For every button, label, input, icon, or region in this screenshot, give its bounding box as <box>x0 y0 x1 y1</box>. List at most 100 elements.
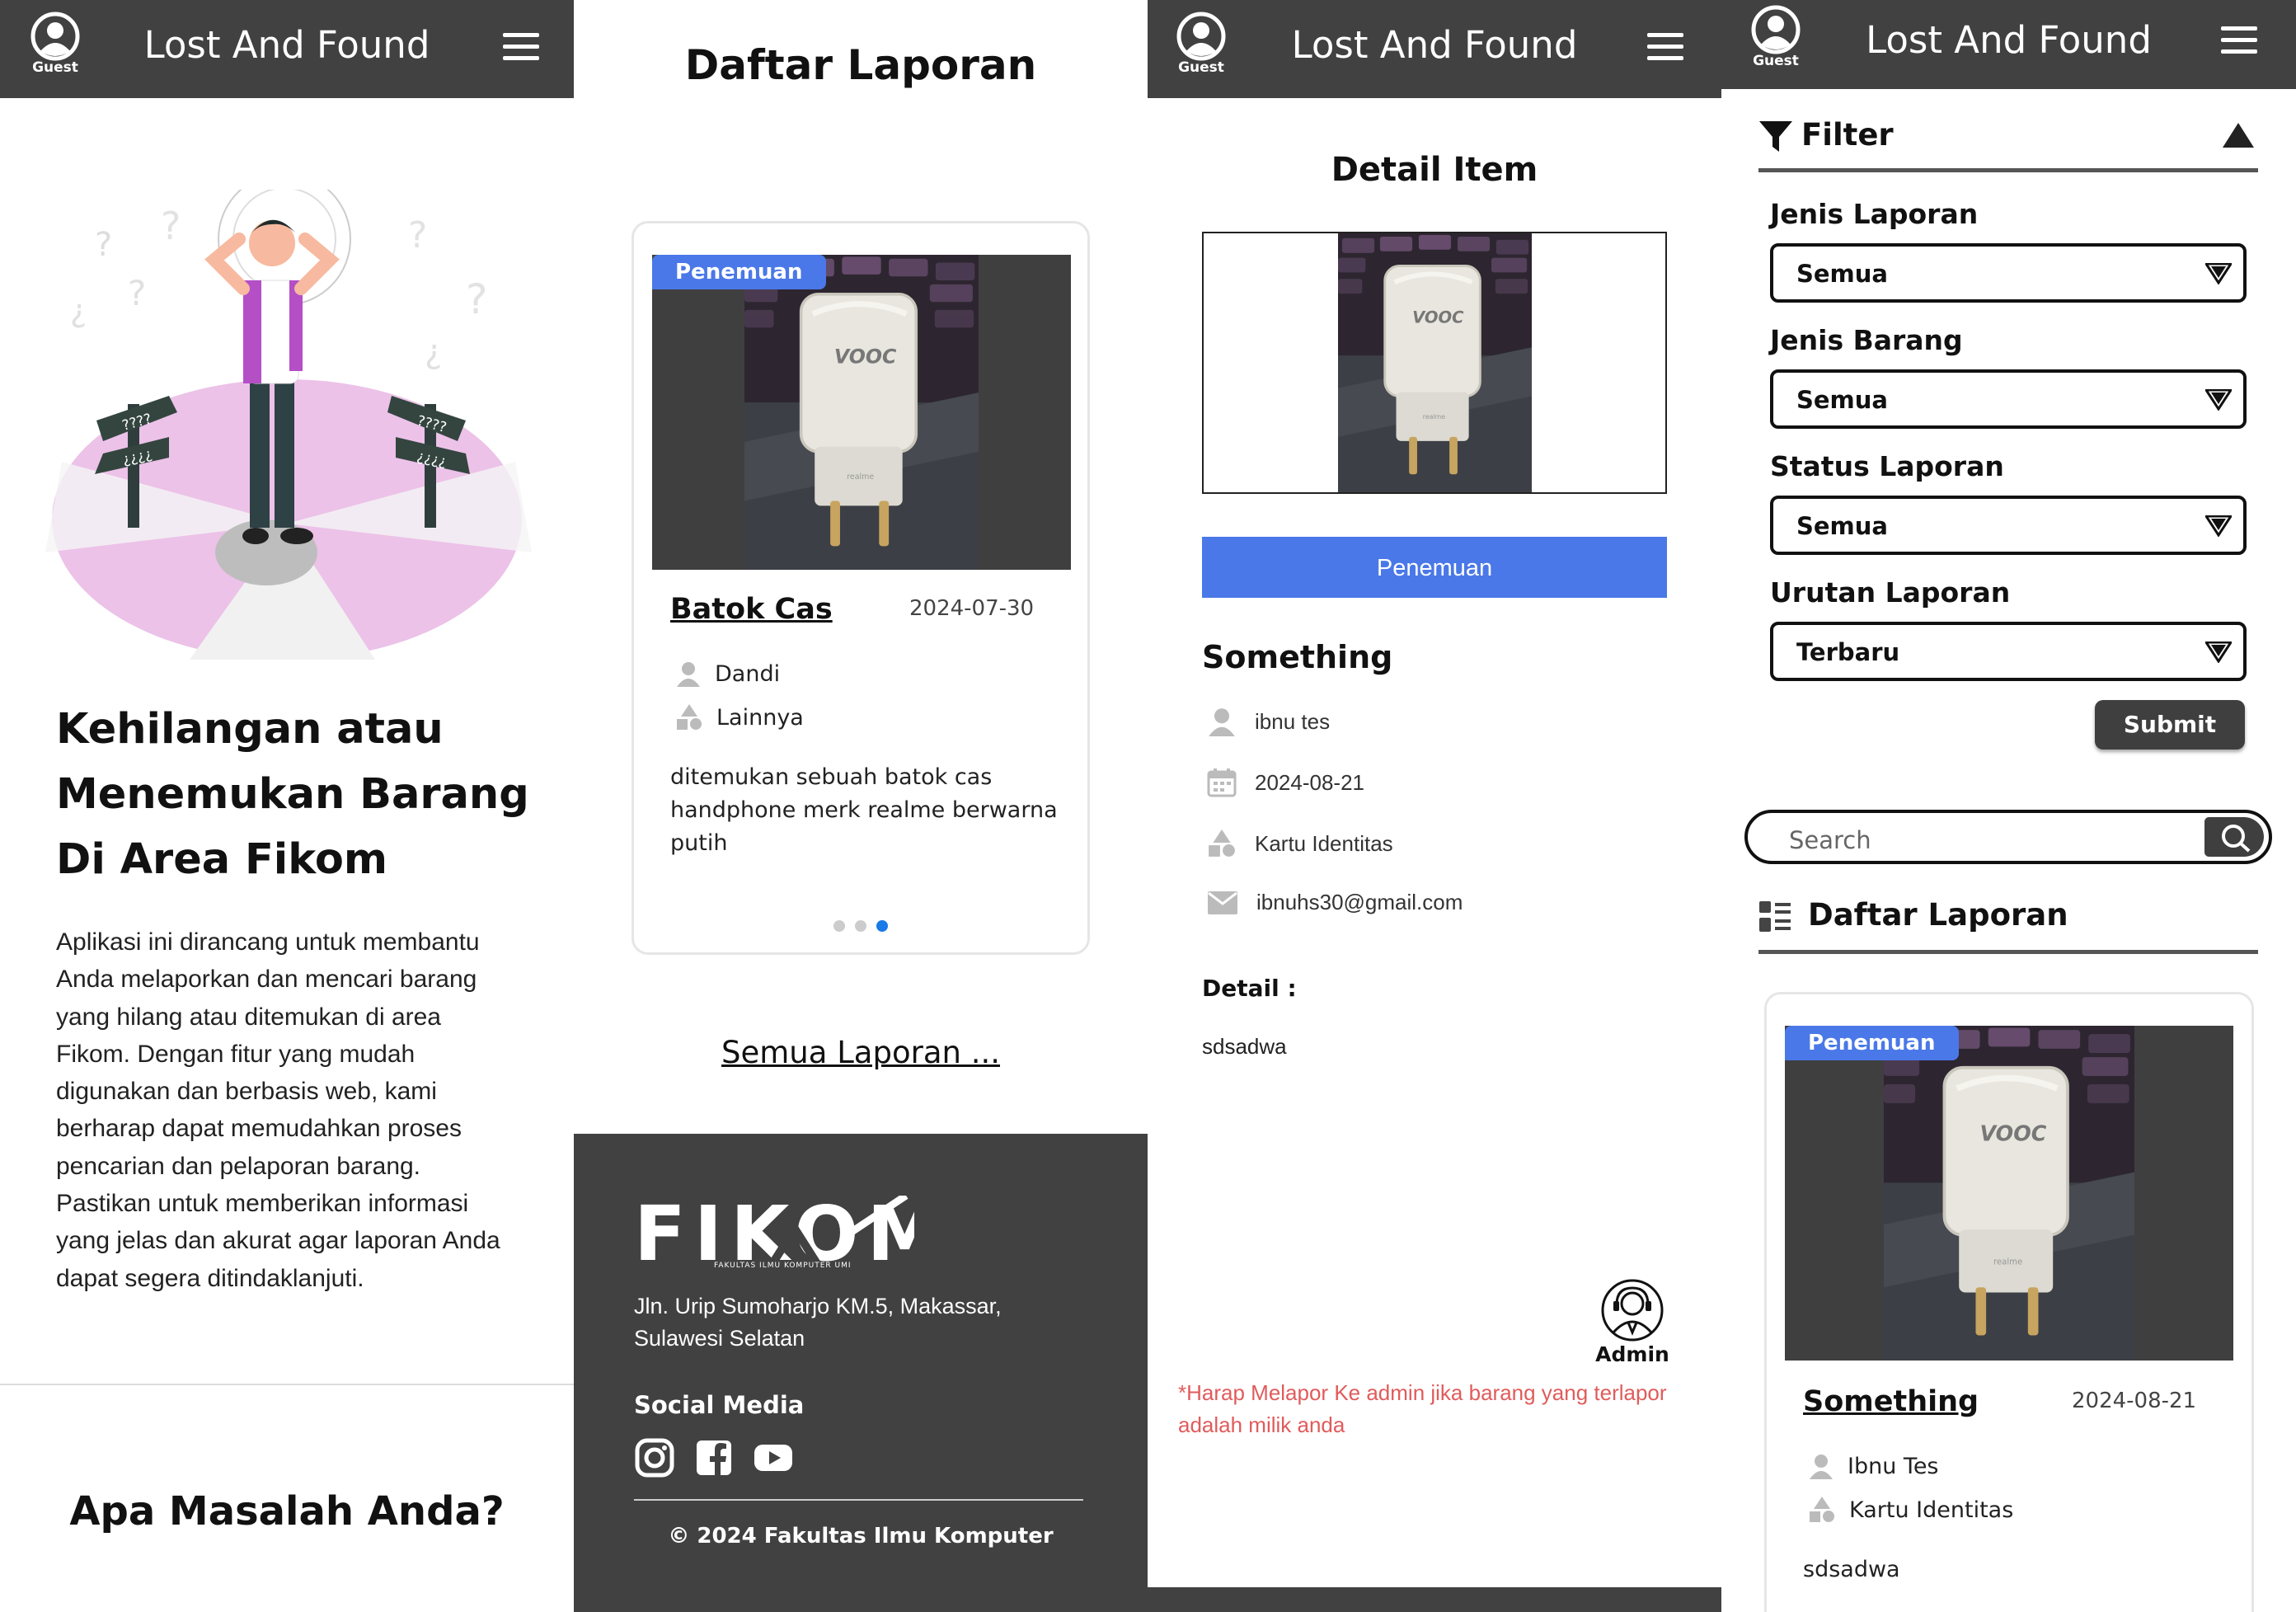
social-title: Social Media <box>634 1391 805 1419</box>
detail-label: Detail : <box>1202 975 1297 1002</box>
detail-text: sdsadwa <box>1202 1034 1287 1059</box>
search-button[interactable] <box>2204 817 2264 857</box>
status-badge: Penemuan <box>1785 1026 1959 1060</box>
charger-image: VOOC realme <box>1884 1026 2134 1361</box>
report-list-screen: Daftar Laporan VOOC realme Penemuan Bato… <box>574 0 1148 1612</box>
item-name[interactable]: Something <box>1803 1385 1979 1418</box>
carousel-indicator <box>833 920 888 932</box>
item-date: 2024-08-21 <box>2072 1389 2197 1413</box>
reporter-row: ibnu tes <box>1207 707 1330 736</box>
submit-button[interactable]: Submit <box>2095 700 2245 750</box>
brand-mark: VOOC <box>1980 1121 2047 1146</box>
category-name: Kartu Identitas <box>1849 1497 2014 1523</box>
filter-label-report-status: Status Laporan <box>1770 450 2004 482</box>
item-photo: VOOC realme <box>1338 233 1532 492</box>
menu-button[interactable] <box>1647 33 1683 61</box>
collapse-triangle-icon[interactable] <box>2222 122 2255 148</box>
search-input[interactable]: Search <box>1744 810 2272 864</box>
user-icon <box>677 662 700 687</box>
status-badge: Penemuan <box>652 255 826 289</box>
brand-submark: realme <box>847 472 874 482</box>
item-date: 2024-07-30 <box>909 596 1035 621</box>
navbar: Guest Lost And Found <box>1148 0 1721 98</box>
menu-button[interactable] <box>2221 26 2257 54</box>
search-placeholder: Search <box>1789 826 1871 854</box>
user-icon <box>1810 1455 1833 1479</box>
footer-divider <box>634 1499 1083 1501</box>
date-row: 2024-08-21 <box>1207 768 1364 797</box>
list-title: Daftar Laporan <box>1808 897 2068 933</box>
footer: FIKOM FAKULTAS ILMU KOMPUTER UMI Jln. Ur… <box>574 1134 1148 1612</box>
charger-image: VOOC realme <box>744 255 979 570</box>
section-title: Apa Masalah Anda? <box>69 1488 505 1534</box>
item-description: sdsadwa <box>1803 1557 1900 1582</box>
dropdown-arrow-icon <box>2205 642 2232 663</box>
filter-label-sort: Urutan Laporan <box>1770 576 2011 609</box>
contact-admin-button[interactable]: Admin <box>1593 1278 1672 1366</box>
hamburger-icon <box>503 33 539 37</box>
svg-text:?: ? <box>128 273 146 313</box>
report-card[interactable]: VOOC realme Penemuan Batok Cas 2024-07-3… <box>632 221 1090 955</box>
warning-note: *Harap Melapor Ke admin jika barang yang… <box>1178 1380 1667 1437</box>
category-row: Lainnya <box>675 703 804 731</box>
item-photo-frame: VOOC realme <box>1202 232 1667 494</box>
hamburger-icon <box>2221 26 2257 31</box>
carousel-dot-active[interactable] <box>876 920 888 932</box>
envelope-icon <box>1208 891 1237 914</box>
select-value: Terbaru <box>1796 638 1900 666</box>
sort-order-select[interactable]: Terbaru <box>1770 622 2247 681</box>
facebook-icon[interactable] <box>693 1437 735 1478</box>
page-title: Daftar Laporan <box>684 41 1037 89</box>
social-links <box>634 1437 794 1478</box>
all-reports-link[interactable]: Semua Laporan ... <box>574 1035 1148 1070</box>
select-value: Semua <box>1796 260 1888 288</box>
item-name[interactable]: Batok Cas <box>670 593 833 626</box>
carousel-dot[interactable] <box>833 920 845 932</box>
filter-title: Filter <box>1801 117 1894 153</box>
hero-description: Aplikasi ini dirancang untuk membantu An… <box>56 928 500 1292</box>
item-type-select[interactable]: Semua <box>1770 369 2247 429</box>
detail-screen: Guest Lost And Found Detail Item VOOC re… <box>1148 0 1721 1612</box>
report-status-select[interactable]: Semua <box>1770 496 2247 555</box>
item-photo: VOOC realme <box>652 255 1071 570</box>
user-icon <box>1209 708 1235 736</box>
brand-submark: realme <box>1993 1257 2022 1267</box>
filter-funnel-icon <box>1759 121 1792 152</box>
search-icon <box>2222 825 2251 853</box>
hero-title: Kehilangan atau Menemukan Barang Di Area… <box>56 705 529 884</box>
dropdown-arrow-icon <box>2205 389 2232 411</box>
report-type-button[interactable]: Penemuan <box>1202 537 1667 598</box>
brand-mark: VOOC <box>834 345 897 368</box>
select-value: Semua <box>1796 386 1888 414</box>
reporter-name: ibnu tes <box>1255 708 1331 734</box>
reporter-row: Ibnu Tes <box>1808 1453 1939 1479</box>
shapes-icon <box>677 704 702 730</box>
dropdown-arrow-icon <box>2205 515 2232 537</box>
page-title: Detail Item <box>1331 151 1538 189</box>
confused-person-illustration: ? ? ? ? ? ¿ ¿ ???? ¿¿¿¿ ???? ¿¿¿¿ <box>45 190 532 660</box>
svg-text:¿: ¿ <box>70 293 87 329</box>
filter-header[interactable]: Filter <box>1758 117 2258 172</box>
app-title: Lost And Found <box>1866 18 2152 62</box>
instagram-icon[interactable] <box>634 1437 675 1478</box>
address: Jln. Urip Sumoharjo KM.5, Makassar, Sula… <box>634 1294 1002 1351</box>
list-icon <box>1759 901 1791 932</box>
navbar: Guest Lost And Found <box>0 0 574 98</box>
svg-text:?: ? <box>466 275 488 323</box>
carousel-dot[interactable] <box>855 920 866 932</box>
reporter-name: Ibnu Tes <box>1848 1453 1939 1479</box>
filter-label-item-type: Jenis Barang <box>1770 324 1963 356</box>
svg-text:¿: ¿ <box>425 333 442 371</box>
report-card[interactable]: VOOC realme Penemuan Something 2024-08-2… <box>1764 992 2254 1612</box>
logo-subtext: FAKULTAS ILMU KOMPUTER UMI <box>714 1262 852 1270</box>
svg-text:?: ? <box>161 204 181 248</box>
home-screen: Guest Lost And Found ? ? ? ? ? ¿ ¿ ???? … <box>0 0 574 1612</box>
brand-mark: VOOC <box>1412 308 1464 327</box>
report-type-select[interactable]: Semua <box>1770 243 2247 303</box>
item-photo: VOOC realme <box>1785 1026 2233 1361</box>
app-title: Lost And Found <box>1291 23 1578 67</box>
youtube-icon[interactable] <box>753 1437 794 1478</box>
filter-label-report-type: Jenis Laporan <box>1770 198 1979 230</box>
menu-button[interactable] <box>503 33 539 61</box>
section-divider <box>0 1384 574 1385</box>
